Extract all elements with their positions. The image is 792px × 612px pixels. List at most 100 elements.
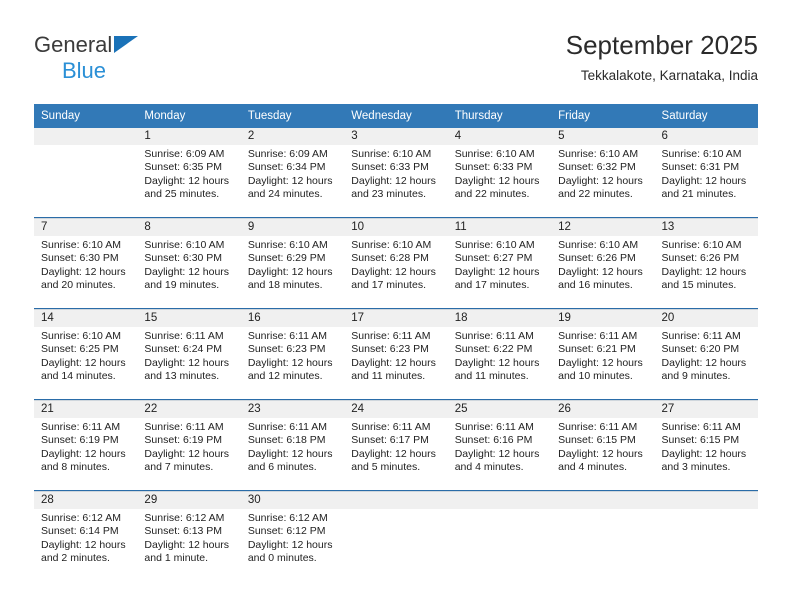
day-cell[interactable] [654, 491, 758, 581]
day-details: Sunrise: 6:11 AM Sunset: 6:16 PM Daylight:… [448, 418, 551, 475]
day-cell[interactable]: 1 Sunrise: 6:09 AM Sunset: 6:35 PM Daylight… [137, 128, 241, 217]
day-cell[interactable]: 8 Sunrise: 6:10 AM Sunset: 6:30 PM Daylight… [137, 218, 241, 308]
day-detail-line: Sunrise: 6:11 AM [661, 330, 741, 342]
day-cell-inner: 29 Sunrise: 6:12 AM Sunset: 6:13 PM Dayligh… [137, 492, 241, 581]
day-cell[interactable]: 4 Sunrise: 6:10 AM Sunset: 6:33 PM Daylight… [447, 128, 552, 217]
day-details [551, 509, 654, 512]
weekday-header-monday: Monday [137, 104, 241, 128]
day-cell[interactable]: 6 Sunrise: 6:10 AM Sunset: 6:31 PM Daylight… [654, 128, 758, 217]
day-number [344, 492, 448, 509]
day-detail-line: Sunrise: 6:11 AM [247, 421, 328, 433]
day-number: 23 [240, 401, 345, 418]
day-number: 20 [654, 310, 758, 327]
day-cell[interactable]: 30 Sunrise: 6:12 AM Sunset: 6:12 PM Dayligh… [240, 491, 345, 581]
day-detail-line: Daylight: 12 hours [351, 356, 436, 369]
day-detail-line: and 9 minutes. [661, 370, 731, 383]
day-cell[interactable]: 29 Sunrise: 6:12 AM Sunset: 6:13 PM Dayligh… [137, 491, 241, 581]
day-cell[interactable]: 28 Sunrise: 6:12 AM Sunset: 6:14 PM Dayligh… [34, 491, 138, 581]
day-detail-line: and 1 minute. [144, 552, 209, 565]
day-detail-line: Sunrise: 6:11 AM [144, 421, 224, 433]
day-details: Sunrise: 6:12 AM Sunset: 6:14 PM Daylight:… [34, 509, 137, 566]
brand-logo[interactable]: General Blue [34, 32, 254, 90]
day-cell[interactable]: 26 Sunrise: 6:11 AM Sunset: 6:15 PM Dayligh… [551, 400, 655, 490]
day-cell-inner [654, 492, 758, 581]
day-cell[interactable]: 21 Sunrise: 6:11 AM Sunset: 6:19 PM Dayligh… [34, 400, 138, 490]
day-detail-line: and 25 minutes. [144, 188, 220, 201]
day-detail-line: and 21 minutes. [661, 188, 737, 201]
day-cell[interactable]: 2 Sunrise: 6:09 AM Sunset: 6:34 PM Daylight… [240, 128, 345, 217]
day-detail-line: Sunset: 6:23 PM [247, 343, 326, 356]
day-detail-line: Sunrise: 6:10 AM [454, 148, 535, 160]
day-details: Sunrise: 6:11 AM Sunset: 6:24 PM Daylight:… [137, 327, 240, 384]
day-detail-line: Sunrise: 6:11 AM [454, 330, 534, 342]
day-details: Sunrise: 6:11 AM Sunset: 6:18 PM Daylight:… [241, 418, 344, 475]
day-detail-line: and 22 minutes. [454, 188, 530, 201]
weekday-header-thursday: Thursday [447, 104, 552, 128]
day-cell[interactable] [551, 491, 655, 581]
day-cell[interactable]: 9 Sunrise: 6:10 AM Sunset: 6:29 PM Daylight… [240, 218, 345, 308]
day-details: Sunrise: 6:11 AM Sunset: 6:21 PM Daylight:… [551, 327, 654, 384]
day-cell[interactable]: 5 Sunrise: 6:10 AM Sunset: 6:32 PM Daylight… [551, 128, 655, 217]
day-cell[interactable]: 12 Sunrise: 6:10 AM Sunset: 6:26 PM Dayligh… [551, 218, 655, 308]
day-cell[interactable]: 13 Sunrise: 6:10 AM Sunset: 6:26 PM Dayligh… [654, 218, 758, 308]
day-cell[interactable]: 18 Sunrise: 6:11 AM Sunset: 6:22 PM Dayligh… [447, 309, 552, 399]
day-cell-inner: 21 Sunrise: 6:11 AM Sunset: 6:19 PM Dayligh… [34, 401, 138, 490]
page-subtitle: Tekkalakote, Karnataka, India [580, 68, 758, 83]
day-detail-line: Sunrise: 6:10 AM [558, 148, 639, 160]
day-cell[interactable]: 15 Sunrise: 6:11 AM Sunset: 6:24 PM Dayligh… [137, 309, 241, 399]
day-cell[interactable]: 22 Sunrise: 6:11 AM Sunset: 6:19 PM Dayligh… [137, 400, 241, 490]
day-cell[interactable] [447, 491, 552, 581]
day-cell[interactable]: 14 Sunrise: 6:10 AM Sunset: 6:25 PM Dayligh… [34, 309, 138, 399]
day-cell[interactable]: 10 Sunrise: 6:10 AM Sunset: 6:28 PM Dayligh… [344, 218, 448, 308]
day-cell[interactable]: 27 Sunrise: 6:11 AM Sunset: 6:15 PM Dayligh… [654, 400, 758, 490]
day-cell[interactable]: 20 Sunrise: 6:11 AM Sunset: 6:20 PM Dayligh… [654, 309, 758, 399]
day-cell-inner: 25 Sunrise: 6:11 AM Sunset: 6:16 PM Dayligh… [447, 401, 552, 490]
day-number [34, 128, 138, 145]
calendar-header-row: Sunday Monday Tuesday Wednesday Thursday Frid… [34, 104, 758, 128]
day-detail-line: and 8 minutes. [41, 461, 110, 474]
week-row: 28 Sunrise: 6:12 AM Sunset: 6:14 PM Dayligh… [34, 491, 758, 581]
day-cell[interactable]: 19 Sunrise: 6:11 AM Sunset: 6:21 PM Dayligh… [551, 309, 655, 399]
day-cell[interactable]: 23 Sunrise: 6:11 AM Sunset: 6:18 PM Dayligh… [240, 400, 345, 490]
day-detail-line: Daylight: 12 hours [661, 174, 747, 187]
day-number [654, 492, 758, 509]
day-detail-line: Sunset: 6:35 PM [144, 161, 223, 174]
day-details: Sunrise: 6:10 AM Sunset: 6:29 PM Daylight:… [241, 236, 344, 293]
day-cell-inner: 4 Sunrise: 6:10 AM Sunset: 6:33 PM Daylight… [447, 128, 552, 217]
weekday-header-friday: Friday [551, 104, 655, 128]
day-detail-line: and 4 minutes. [454, 461, 524, 474]
day-cell[interactable] [344, 491, 448, 581]
day-number: 14 [34, 310, 138, 327]
day-cell[interactable]: 17 Sunrise: 6:11 AM Sunset: 6:23 PM Dayligh… [344, 309, 448, 399]
day-detail-line: Sunset: 6:31 PM [661, 161, 740, 174]
day-cell[interactable]: 16 Sunrise: 6:11 AM Sunset: 6:23 PM Dayligh… [240, 309, 345, 399]
day-details: Sunrise: 6:11 AM Sunset: 6:23 PM Daylight:… [241, 327, 344, 384]
day-details: Sunrise: 6:09 AM Sunset: 6:35 PM Daylight:… [137, 145, 240, 202]
day-detail-line: Daylight: 12 hours [144, 356, 230, 369]
day-detail-line: and 17 minutes. [351, 279, 426, 292]
day-detail-line: and 19 minutes. [144, 279, 220, 292]
day-cell[interactable]: 7 Sunrise: 6:10 AM Sunset: 6:30 PM Daylight… [34, 218, 138, 308]
day-detail-line: Daylight: 12 hours [661, 356, 747, 369]
day-details: Sunrise: 6:10 AM Sunset: 6:26 PM Daylight:… [551, 236, 654, 293]
day-number: 3 [344, 128, 448, 145]
day-details [344, 509, 447, 512]
day-cell[interactable]: 24 Sunrise: 6:11 AM Sunset: 6:17 PM Dayligh… [344, 400, 448, 490]
day-number: 30 [240, 492, 345, 509]
day-number: 10 [344, 219, 448, 236]
day-cell[interactable]: 3 Sunrise: 6:10 AM Sunset: 6:33 PM Daylight… [344, 128, 448, 217]
day-cell[interactable]: 11 Sunrise: 6:10 AM Sunset: 6:27 PM Dayligh… [447, 218, 552, 308]
day-detail-line: Sunrise: 6:11 AM [41, 421, 121, 433]
day-details: Sunrise: 6:10 AM Sunset: 6:28 PM Daylight:… [344, 236, 447, 293]
day-cell[interactable] [34, 128, 138, 217]
day-detail-line: Sunrise: 6:12 AM [41, 512, 121, 524]
day-details [34, 145, 137, 148]
day-detail-line: Daylight: 12 hours [351, 265, 436, 278]
week-row: 21 Sunrise: 6:11 AM Sunset: 6:19 PM Dayligh… [34, 400, 758, 490]
day-detail-line: Sunset: 6:26 PM [661, 252, 740, 265]
day-cell[interactable]: 25 Sunrise: 6:11 AM Sunset: 6:16 PM Dayligh… [447, 400, 552, 490]
day-detail-line: Sunset: 6:28 PM [351, 252, 429, 265]
day-detail-line: Sunrise: 6:10 AM [558, 239, 639, 251]
day-detail-line: Sunrise: 6:10 AM [41, 239, 121, 251]
day-details [655, 509, 758, 512]
